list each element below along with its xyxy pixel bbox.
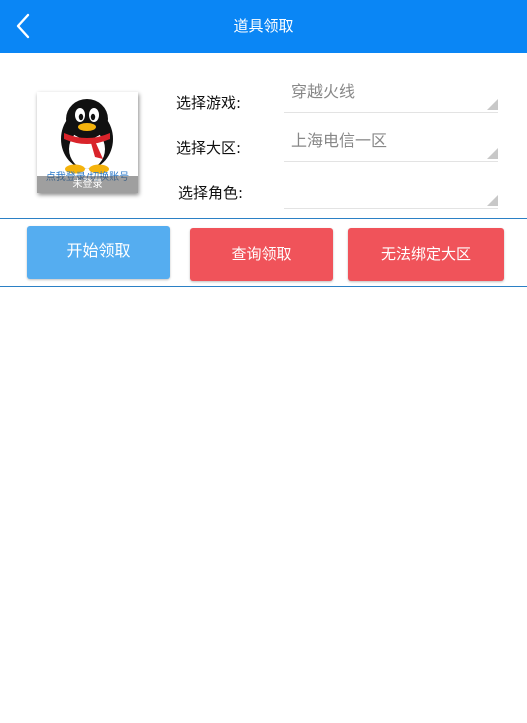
game-select-value: 穿越火线 xyxy=(291,82,356,101)
cannot-bind-server-label: 无法绑定大区 xyxy=(380,245,471,263)
login-status-badge: 未登录 xyxy=(37,176,138,193)
bottom-divider xyxy=(0,286,527,287)
cannot-bind-server-button[interactable]: 无法绑定大区 xyxy=(348,228,504,281)
dropdown-corner-icon xyxy=(487,148,498,159)
game-select[interactable]: 穿越火线 xyxy=(284,82,498,113)
role-select[interactable] xyxy=(284,178,498,209)
server-label: 选择大区: xyxy=(176,139,242,157)
query-claim-button[interactable]: 查询领取 xyxy=(190,228,333,281)
top-divider xyxy=(0,218,527,219)
dropdown-corner-icon xyxy=(487,195,498,206)
start-claim-button[interactable]: 开始领取 xyxy=(27,226,170,279)
query-claim-label: 查询领取 xyxy=(231,245,292,263)
server-select[interactable]: 上海电信一区 xyxy=(284,131,498,162)
page-title: 道具领取 xyxy=(233,17,294,35)
role-label: 选择角色: xyxy=(178,184,244,202)
start-claim-label: 开始领取 xyxy=(66,241,131,260)
login-avatar-card[interactable]: 点我登录/切换账号 未登录 xyxy=(37,92,138,193)
header-bar: 道具领取 xyxy=(0,0,527,53)
server-select-value: 上海电信一区 xyxy=(291,131,388,150)
game-label: 选择游戏: xyxy=(176,94,242,112)
dropdown-corner-icon xyxy=(487,99,498,110)
qq-penguin-icon xyxy=(61,99,113,174)
